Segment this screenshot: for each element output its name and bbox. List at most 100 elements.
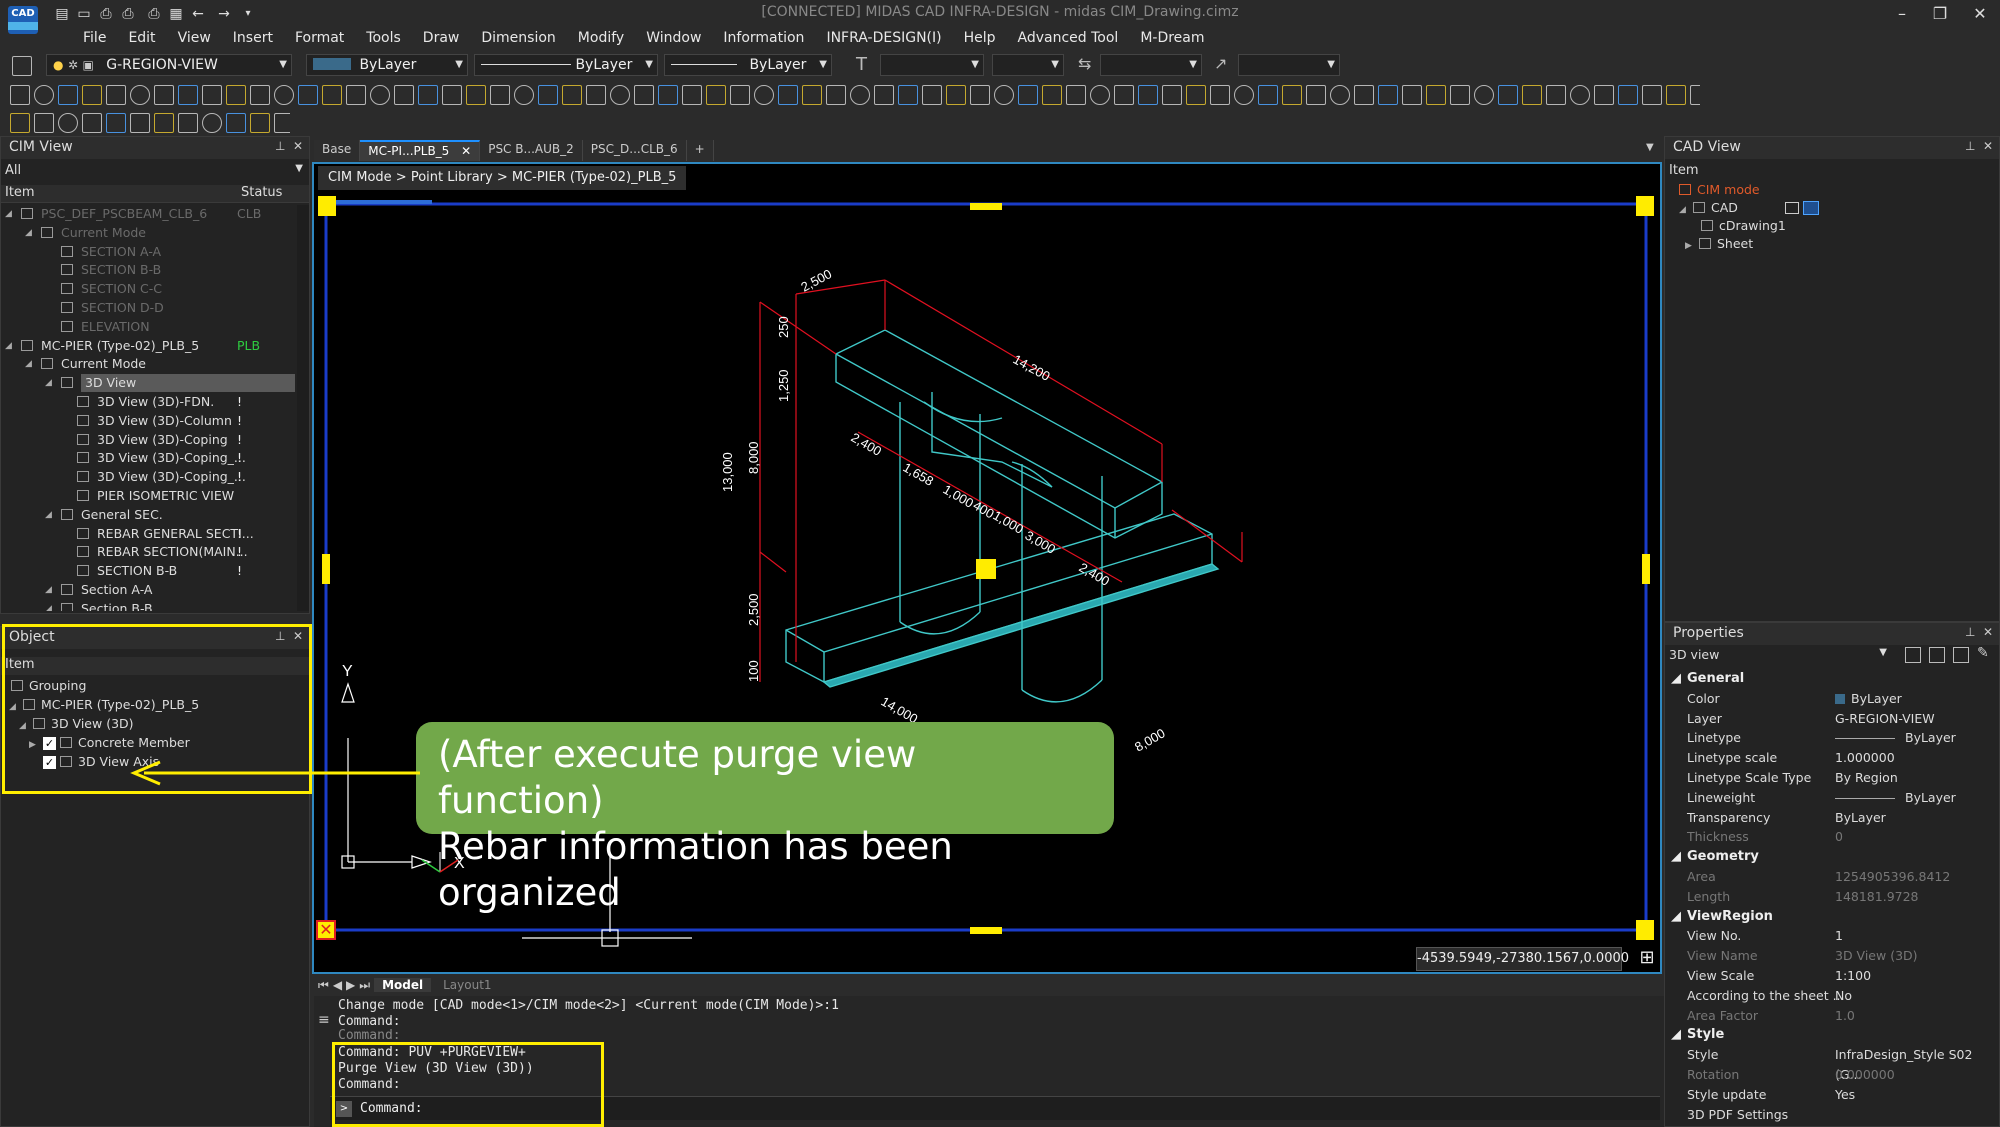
- menu-draw[interactable]: Draw: [412, 27, 471, 49]
- menu-window[interactable]: Window: [635, 27, 712, 49]
- tool-icon[interactable]: [1354, 85, 1374, 105]
- menu-advanced-tool[interactable]: Advanced Tool: [1007, 27, 1130, 49]
- tool-icon[interactable]: [634, 85, 654, 105]
- minimize-icon[interactable]: –: [1884, 2, 1920, 26]
- menu-tools[interactable]: Tools: [355, 27, 412, 49]
- pin-icon[interactable]: ⊥: [1965, 139, 1975, 153]
- lineweight-dropdown[interactable]: ByLayer ▼: [664, 54, 832, 76]
- tree-sheet[interactable]: ▶ Sheet: [1685, 235, 1753, 253]
- tool-icon[interactable]: [322, 85, 342, 105]
- restore-icon[interactable]: ❐: [1922, 2, 1958, 26]
- property-row[interactable]: Linetype Scale Type By Region: [1665, 768, 1985, 788]
- menu-insert[interactable]: Insert: [222, 27, 284, 49]
- tool-icon[interactable]: [658, 85, 678, 105]
- tool-icon[interactable]: [538, 85, 558, 105]
- tool-icon[interactable]: [298, 85, 318, 105]
- menu-view[interactable]: View: [167, 27, 222, 49]
- tool-icon[interactable]: [1090, 85, 1110, 105]
- redo-icon[interactable]: →: [216, 6, 232, 22]
- close-icon[interactable]: ✕: [1983, 139, 1993, 153]
- property-row[interactable]: Area 1254905396.8412: [1665, 867, 1985, 887]
- add-tab-button[interactable]: +: [686, 140, 714, 161]
- tool-icon[interactable]: [1618, 85, 1638, 105]
- property-row[interactable]: Thickness 0: [1665, 827, 1985, 847]
- grip-bottom-mid[interactable]: [970, 927, 1002, 934]
- new-file-icon[interactable]: ▤: [54, 6, 70, 22]
- property-row[interactable]: Color ByLayer: [1665, 689, 1985, 709]
- tool-icon[interactable]: [226, 85, 246, 105]
- tool-icon[interactable]: [178, 85, 198, 105]
- tool-icon[interactable]: [10, 85, 30, 105]
- tool-icon[interactable]: [1690, 85, 1700, 105]
- select-objects-icon[interactable]: [1929, 647, 1945, 663]
- tool-icon[interactable]: [1474, 85, 1494, 105]
- tab-psc-d[interactable]: PSC_D...CLB_6: [582, 140, 687, 161]
- text-style-icon[interactable]: T: [856, 54, 867, 75]
- tool-icon[interactable]: [1210, 85, 1230, 105]
- collapse-icon[interactable]: ◢: [1671, 907, 1681, 927]
- tool-icon[interactable]: [586, 85, 606, 105]
- cim-tree-row[interactable]: ◢ MC-PIER (Type-02)_PLB_5 PLB: [1, 337, 297, 355]
- tool-icon[interactable]: [898, 85, 918, 105]
- menu-infra-design[interactable]: INFRA-DESIGN(I): [815, 27, 952, 49]
- close-tab-icon[interactable]: ✕: [453, 144, 471, 158]
- menu-help[interactable]: Help: [953, 27, 1007, 49]
- tool-icon[interactable]: [154, 113, 174, 133]
- tab-list-icon[interactable]: ▼: [1646, 142, 1654, 153]
- grip-bottom-right[interactable]: [1636, 920, 1654, 940]
- command-menu-icon[interactable]: ≡: [318, 1012, 330, 1028]
- tool-icon[interactable]: [106, 113, 126, 133]
- tool-icon[interactable]: [202, 113, 222, 133]
- grip-bottom-left-selected[interactable]: ✕: [316, 920, 336, 940]
- grip-top-left[interactable]: [318, 196, 336, 216]
- property-section[interactable]: ◢ General: [1665, 669, 1985, 689]
- grip-top-mid[interactable]: [970, 203, 1002, 210]
- color-dropdown[interactable]: ByLayer ▼: [306, 54, 468, 76]
- tool-icon[interactable]: [1642, 85, 1662, 105]
- tool-icon[interactable]: [130, 85, 150, 105]
- expand-arrow-icon[interactable]: ◢: [5, 337, 15, 355]
- tool-icon[interactable]: [1426, 85, 1446, 105]
- tool-icon[interactable]: [490, 85, 510, 105]
- grip-right-mid[interactable]: [1642, 554, 1650, 584]
- first-layout-icon[interactable]: ⏮: [314, 978, 329, 993]
- tool-icon[interactable]: [1138, 85, 1158, 105]
- close-icon[interactable]: ✕: [1983, 625, 1993, 639]
- cim-tree-row[interactable]: ◢ Current Mode: [1, 355, 297, 373]
- expand-arrow-icon[interactable]: ◢: [45, 581, 55, 599]
- cim-tree-row[interactable]: SECTION A-A: [1, 243, 297, 261]
- tool-icon[interactable]: [682, 85, 702, 105]
- open-folder-icon[interactable]: ▭: [76, 6, 92, 22]
- expand-arrow-icon[interactable]: ◢: [25, 224, 35, 242]
- tree-cim-mode[interactable]: CIM mode: [1679, 181, 1760, 199]
- tab-layout1[interactable]: Layout1: [435, 978, 499, 992]
- tool-icon[interactable]: [250, 113, 270, 133]
- property-row[interactable]: View No. 1: [1665, 926, 1985, 946]
- tool-icon[interactable]: [442, 85, 462, 105]
- cim-tree-row[interactable]: SECTION D-D: [1, 299, 297, 317]
- tool-icon[interactable]: [1402, 85, 1422, 105]
- property-row[interactable]: Transparency ByLayer: [1665, 808, 1985, 828]
- tool-icon[interactable]: [1330, 85, 1350, 105]
- close-icon[interactable]: ✕: [293, 139, 303, 153]
- tool-icon[interactable]: [82, 113, 102, 133]
- tool-icon[interactable]: [178, 113, 198, 133]
- tool-icon[interactable]: [82, 85, 102, 105]
- tool-icon[interactable]: [58, 85, 78, 105]
- tool-icon[interactable]: [370, 85, 390, 105]
- expand-arrow-icon[interactable]: ◢: [45, 506, 55, 524]
- cim-tree-row[interactable]: 3D View (3D)-Coping_...!: [1, 449, 297, 467]
- property-row[interactable]: Style InfraDesign_Style S02 (G...: [1665, 1045, 1985, 1082]
- tool-icon[interactable]: [1186, 85, 1206, 105]
- menu-file[interactable]: File: [72, 27, 117, 49]
- cim-tree-row[interactable]: SECTION C-C: [1, 280, 297, 298]
- tool-icon[interactable]: [706, 85, 726, 105]
- pin-icon[interactable]: ⊥: [275, 139, 285, 153]
- tool-icon[interactable]: [970, 85, 990, 105]
- property-row[interactable]: Rotation 0.000000: [1665, 1065, 1985, 1085]
- cim-tree-row[interactable]: 3D View (3D)-Column!: [1, 412, 297, 430]
- cim-view-scrollbar[interactable]: [297, 205, 309, 611]
- tool-icon[interactable]: [1570, 85, 1590, 105]
- dim-style-icon[interactable]: ⇆: [1078, 54, 1091, 73]
- tab-base[interactable]: Base: [314, 140, 361, 161]
